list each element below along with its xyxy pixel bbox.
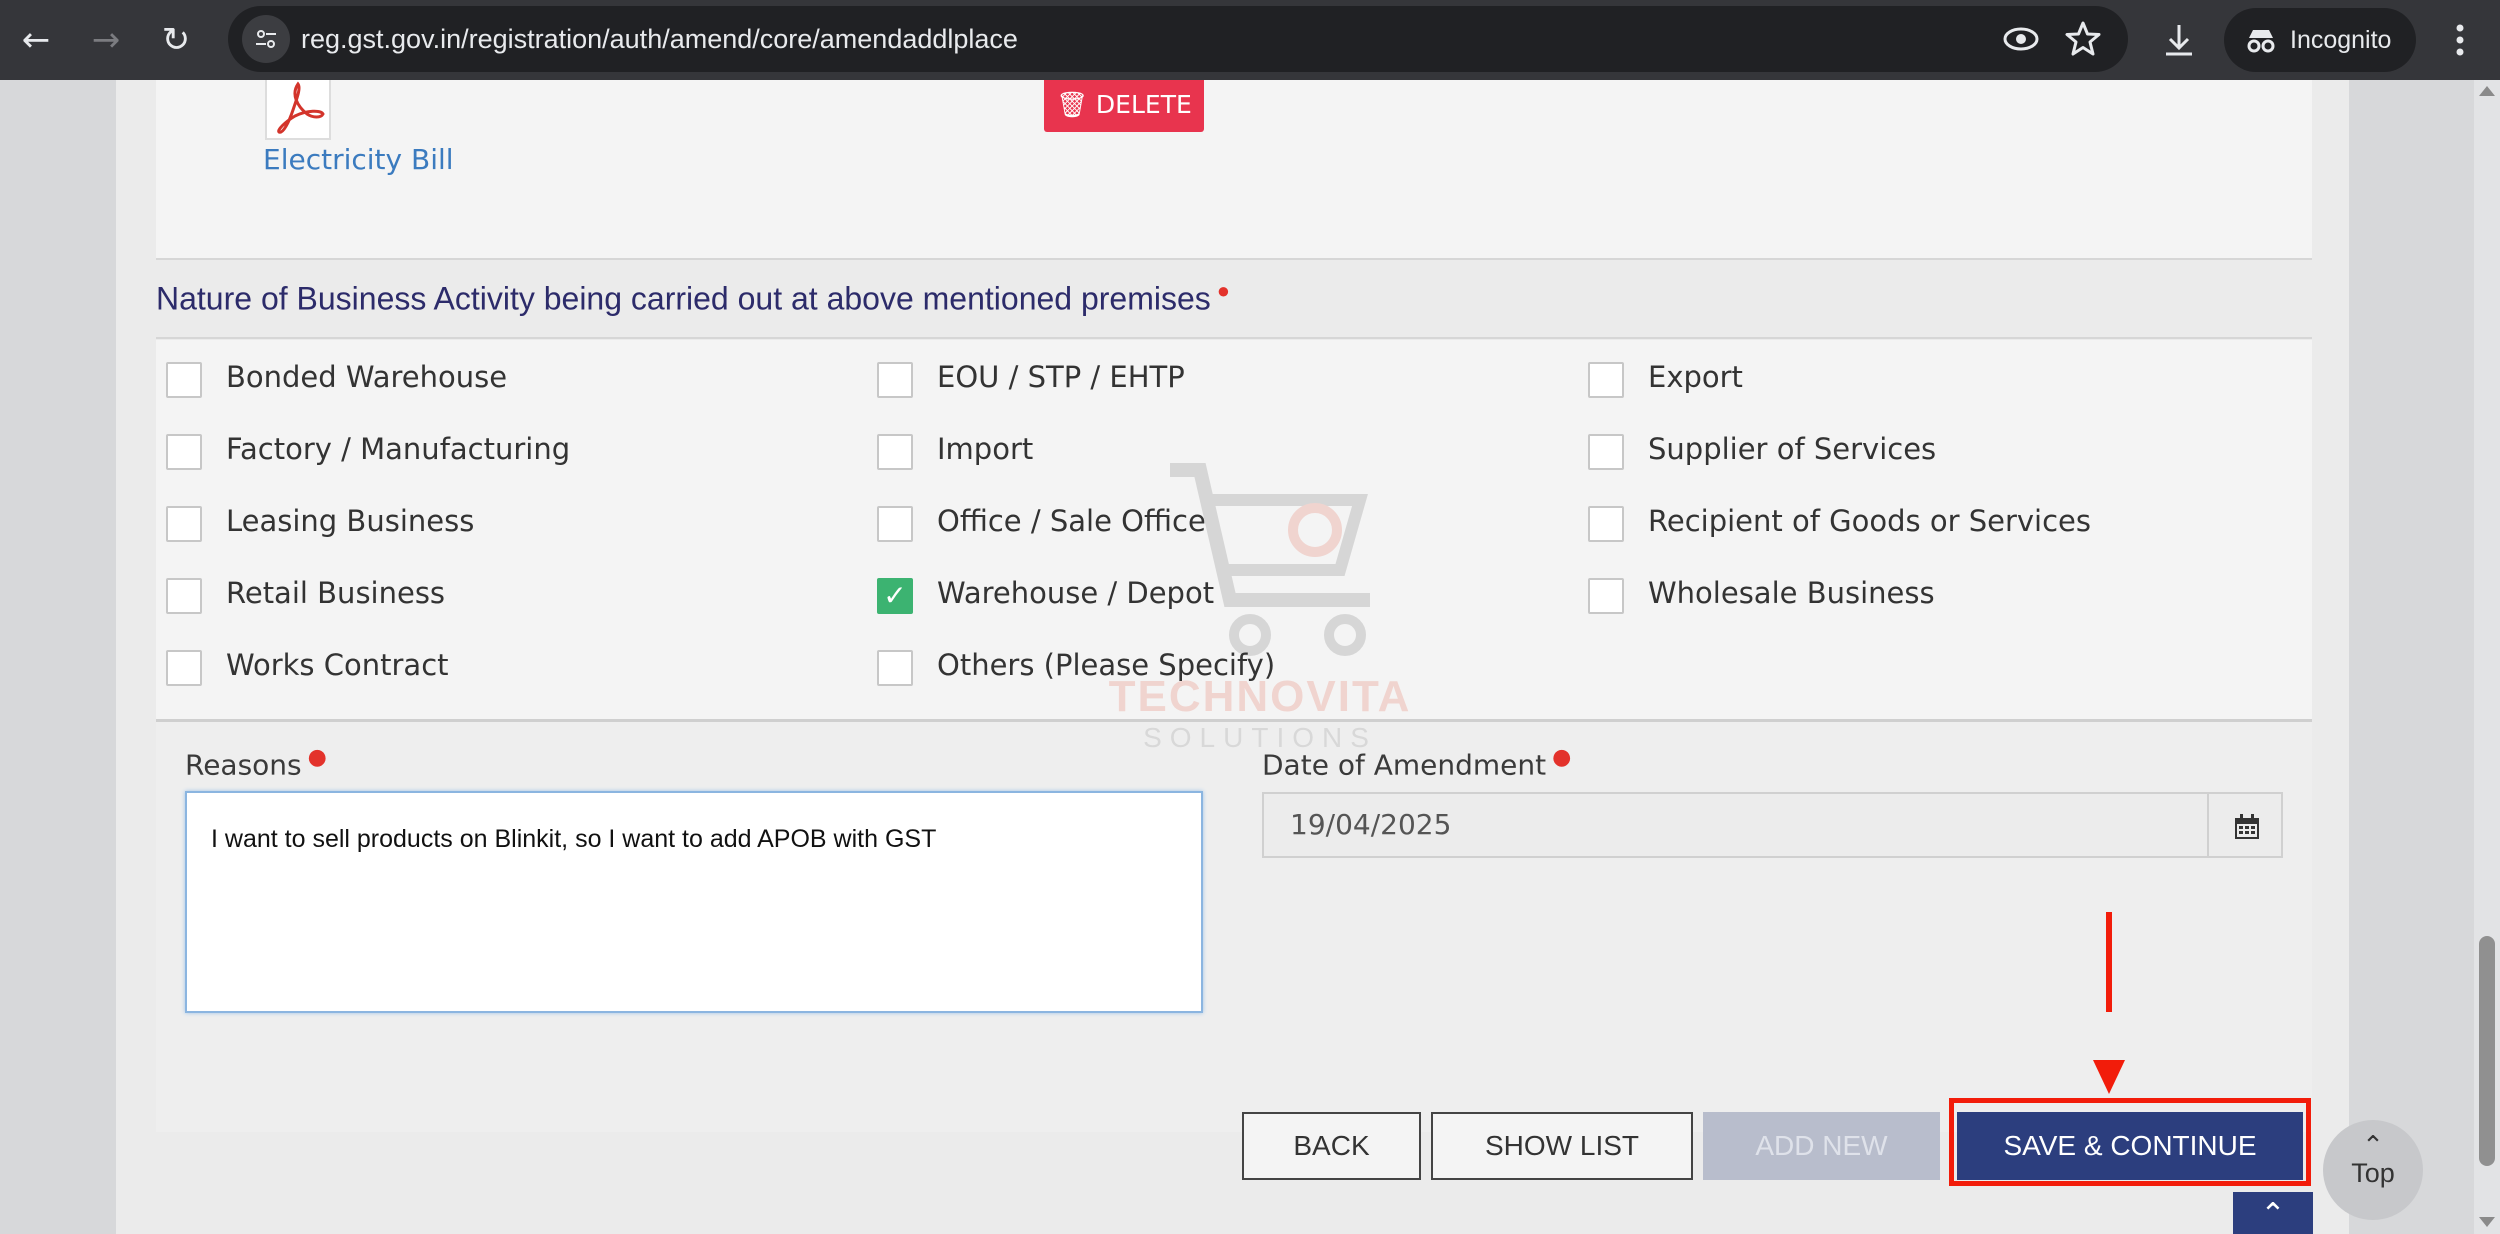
option-label: Recipient of Goods or Services [1648, 504, 2092, 538]
annotation-arrow-head [2093, 1060, 2125, 1094]
scroll-thumb[interactable] [2479, 936, 2495, 1166]
checkbox[interactable] [877, 362, 913, 398]
reasons-label: Reasons ● [185, 745, 327, 781]
option-label: Retail Business [226, 576, 446, 610]
business-activity-title-text: Nature of Business Activity being carrie… [156, 280, 1211, 317]
checkbox[interactable] [1588, 434, 1624, 470]
checkbox[interactable] [166, 506, 202, 542]
option-label: EOU / STP / EHTP [937, 360, 1185, 394]
annotation-arrow [2106, 912, 2112, 1012]
required-marker: ● [1552, 745, 1572, 770]
calendar-button[interactable] [2209, 792, 2283, 858]
checkbox-checked[interactable]: ✓ [877, 578, 913, 614]
checkbox[interactable] [877, 650, 913, 686]
document-panel [156, 80, 2312, 258]
amendment-date-label: Date of Amendment ● [1262, 745, 1571, 781]
download-icon[interactable] [2152, 13, 2206, 67]
page-scrollbar[interactable] [2474, 80, 2500, 1234]
chevron-up-icon: ⌃ [2362, 1130, 2384, 1160]
address-bar[interactable]: reg.gst.gov.in/registration/auth/amend/c… [228, 6, 2128, 72]
checkbox[interactable] [166, 578, 202, 614]
checkbox[interactable] [166, 434, 202, 470]
add-new-button[interactable]: ADD NEW [1703, 1112, 1940, 1180]
top-label: Top [2351, 1158, 2395, 1188]
required-marker: ● [307, 745, 327, 770]
back-arrow-icon[interactable]: ← [10, 14, 62, 66]
option-label: Warehouse / Depot [937, 576, 1215, 610]
bookmark-star-icon[interactable] [2063, 19, 2103, 59]
scroll-up-arrow-icon[interactable] [2479, 86, 2495, 96]
incognito-icon [2247, 30, 2275, 53]
chevron-up-tab-icon[interactable]: ⌃ [2233, 1192, 2313, 1234]
back-button[interactable]: BACK [1242, 1112, 1421, 1180]
checkbox[interactable] [1588, 578, 1624, 614]
reasons-textarea[interactable]: I want to sell products on Blinkit, so I… [185, 791, 1203, 1013]
amendment-date-label-text: Date of Amendment [1262, 748, 1547, 782]
incognito-label: Incognito [2290, 26, 2392, 54]
option-label: Factory / Manufacturing [226, 432, 571, 466]
option-label: Others (Please Specify) [937, 648, 1276, 682]
incognito-indicator[interactable]: Incognito [2224, 8, 2416, 72]
checkbox[interactable] [877, 506, 913, 542]
scroll-down-arrow-icon[interactable] [2479, 1217, 2495, 1227]
section-divider [156, 719, 2312, 722]
section-divider [156, 337, 2312, 339]
calendar-icon [2235, 814, 2259, 839]
forward-arrow-icon[interactable]: → [80, 14, 132, 66]
cart-logo-icon [1170, 463, 1370, 656]
pdf-file-icon[interactable] [265, 80, 331, 140]
delete-button-label: DELETE [1095, 90, 1192, 119]
option-label: Office / Sale Office [937, 504, 1206, 538]
url-text[interactable]: reg.gst.gov.in/registration/auth/amend/c… [301, 6, 1018, 72]
amendment-date-input[interactable]: 19/04/2025 [1262, 792, 2209, 858]
checkbox[interactable] [166, 650, 202, 686]
reasons-label-text: Reasons [185, 748, 302, 782]
checkbox[interactable] [877, 434, 913, 470]
browser-toolbar: ← → ↻ reg.gst.gov.in/registration/auth/a… [0, 0, 2500, 80]
site-settings-icon[interactable] [242, 15, 290, 63]
checkbox[interactable] [1588, 506, 1624, 542]
section-divider [156, 258, 2312, 260]
option-label: Supplier of Services [1648, 432, 1937, 466]
browser-menu-icon[interactable] [2440, 13, 2480, 67]
checkbox[interactable] [1588, 362, 1624, 398]
required-marker: ● [1216, 278, 1231, 303]
eye-icon[interactable] [2001, 19, 2041, 59]
document-name-link[interactable]: Electricity Bill [263, 143, 454, 176]
option-label: Export [1648, 360, 1743, 394]
show-list-button[interactable]: SHOW LIST [1431, 1112, 1693, 1180]
annotation-highlight-box [1949, 1098, 2311, 1186]
option-label: Works Contract [226, 648, 449, 682]
option-label: Wholesale Business [1648, 576, 1935, 610]
trash-icon: 🗑 [1056, 90, 1088, 119]
checkbox[interactable] [166, 362, 202, 398]
business-activity-title: Nature of Business Activity being carrie… [156, 278, 1230, 318]
reload-icon[interactable]: ↻ [150, 14, 202, 66]
option-label: Leasing Business [226, 504, 475, 538]
scroll-to-top-button[interactable]: ⌃ Top [2323, 1120, 2423, 1220]
option-label: Bonded Warehouse [226, 360, 508, 394]
option-label: Import [937, 432, 1034, 466]
delete-document-button[interactable]: 🗑 DELETE [1044, 80, 1204, 132]
